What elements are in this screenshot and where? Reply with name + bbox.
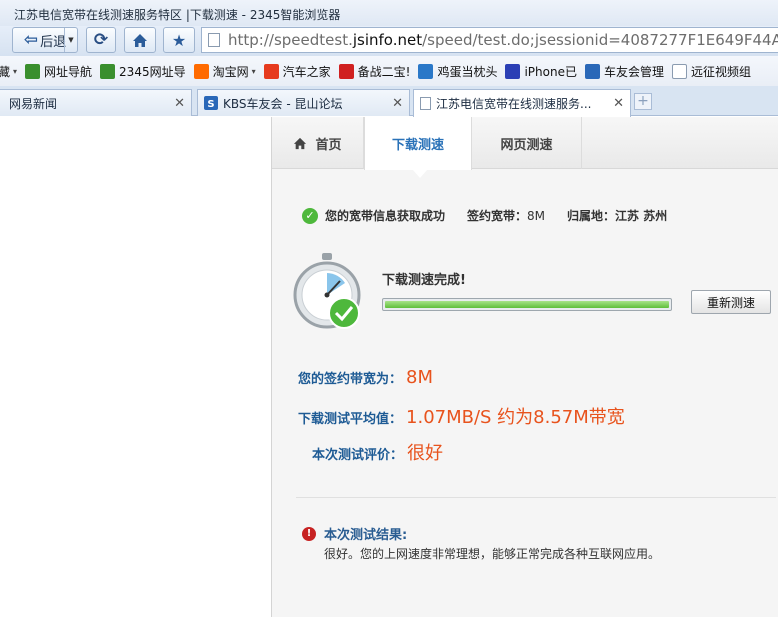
- favorite-item[interactable]: iPhone已: [505, 63, 577, 80]
- favorite-item[interactable]: 藏 ▾: [0, 63, 17, 80]
- close-tab-icon[interactable]: ✕: [613, 96, 624, 111]
- chevron-down-icon[interactable]: ▾: [252, 67, 256, 76]
- bandwidth-label: 签约宽带：: [467, 209, 528, 223]
- favorite-label: 淘宝网: [212, 64, 249, 79]
- favorite-label: 远征视频组: [691, 64, 752, 79]
- favorite-item[interactable]: 备战二宝!: [338, 63, 411, 80]
- baidu-icon: [505, 63, 521, 79]
- tab-label: 网易新闻: [9, 96, 58, 111]
- new-tab-button[interactable]: +: [634, 93, 652, 110]
- address-url[interactable]: http://speedtest.jsinfo.net/speed/test.d…: [228, 31, 778, 49]
- house-icon: [100, 63, 116, 79]
- refresh-button[interactable]: ⟳: [86, 27, 116, 53]
- progress-fill: [385, 301, 669, 308]
- tab-bar: 网易新闻 ✕ S KBS车友会 - 昆山论坛 ✕ 江苏电信宽带在线测速服务...…: [0, 86, 778, 117]
- tab-label: KBS车友会 - 昆山论坛: [223, 96, 343, 111]
- test-status: 下载测速完成!: [382, 273, 466, 288]
- favorite-item[interactable]: 远征视频组: [672, 63, 751, 80]
- globe-icon: [418, 63, 434, 79]
- page-content: 首页 下载测速 网页测速 ✓ 您的宽带信息获取成功 签约宽带： 8M 归属地： …: [0, 117, 778, 642]
- favorite-label: 备战二宝!: [357, 64, 411, 79]
- tab-kbs-forum[interactable]: S KBS车友会 - 昆山论坛 ✕: [197, 89, 410, 116]
- favorite-label: 鸡蛋当枕头: [437, 64, 498, 79]
- svg-text:S: S: [207, 99, 214, 110]
- tab-web-label: 网页测速: [500, 137, 553, 153]
- average-speed-row: 下载测试平均值： 1.07MB/S 约为8.57M带宽: [298, 403, 625, 429]
- info-success-text: 您的宽带信息获取成功: [325, 209, 446, 223]
- location-value: 江苏 苏州: [615, 209, 668, 223]
- favorite-label: 2345网址导: [119, 64, 186, 79]
- favorite-item[interactable]: 鸡蛋当枕头: [418, 63, 497, 80]
- favorite-item[interactable]: 车友会管理: [584, 63, 664, 80]
- tab-web-test[interactable]: 网页测速: [472, 117, 582, 169]
- favorite-item[interactable]: 汽车之家: [263, 63, 331, 80]
- divider: [296, 497, 776, 498]
- window-title: 江苏电信宽带在线测速服务特区 |下载测速 - 2345智能浏览器: [14, 8, 341, 22]
- favorite-label: 汽车之家: [282, 64, 331, 79]
- tab-netease-news[interactable]: 网易新闻 ✕: [0, 89, 192, 116]
- favorites-bar: 藏 ▾ 网址导航 2345网址导 淘宝网 ▾ 汽车之家 备战二宝! 鸡蛋当枕头 iPhone已 车友…: [0, 56, 778, 86]
- summary-title: 本次测试结果:: [324, 528, 408, 543]
- window-titlebar: 江苏电信宽带在线测速服务特区 |下载测速 - 2345智能浏览器: [0, 0, 778, 26]
- tab-label: 江苏电信宽带在线测速服务...: [436, 97, 592, 111]
- favorite-label: 网址导航: [44, 64, 93, 79]
- favorite-item[interactable]: 淘宝网 ▾: [193, 63, 256, 80]
- rating-value: 很好: [407, 443, 444, 464]
- home-icon: [294, 137, 307, 149]
- favorite-item[interactable]: 2345网址导: [100, 63, 186, 80]
- contract-value: 8M: [406, 367, 433, 388]
- page-icon: [208, 33, 220, 47]
- average-value: 1.07MB/S 约为8.57M带宽: [406, 407, 625, 428]
- back-label: 后退: [40, 34, 67, 50]
- rating-label: 本次测试评价：: [312, 448, 404, 463]
- favorite-label: 车友会管理: [603, 64, 664, 79]
- home-button[interactable]: [124, 27, 156, 53]
- house-icon: [25, 63, 41, 79]
- back-arrow-icon: ⇦: [23, 30, 39, 50]
- favorite-label: iPhone已: [524, 64, 577, 79]
- chevron-down-icon[interactable]: ▾: [13, 67, 17, 76]
- back-button[interactable]: ⇦ 后退 ▼: [12, 27, 78, 53]
- contract-bandwidth-row: 您的签约带宽为： 8M: [298, 367, 433, 388]
- tab-home[interactable]: 首页: [272, 117, 364, 169]
- rating-row: 本次测试评价： 很好: [312, 439, 443, 465]
- tab-download-test[interactable]: 下载测速: [364, 117, 472, 178]
- average-label: 下载测试平均值：: [298, 412, 403, 427]
- speedtest-subnav: 首页 下载测速 网页测速: [272, 117, 778, 178]
- close-tab-icon[interactable]: ✕: [392, 96, 403, 111]
- kbs-icon: S: [204, 96, 218, 110]
- autohome-icon: [263, 63, 279, 79]
- bandwidth-value: 8M: [527, 208, 546, 223]
- contract-label: 您的签约带宽为：: [298, 372, 403, 387]
- summary-title-row: ! 本次测试结果:: [302, 524, 407, 543]
- page-icon: [420, 97, 431, 110]
- download-progress-bar: [382, 298, 672, 311]
- page-icon: [672, 63, 687, 79]
- broadband-info-row: ✓ 您的宽带信息获取成功 签约宽带： 8M 归属地： 江苏 苏州: [302, 207, 667, 224]
- baby-icon: [338, 63, 354, 79]
- back-dropdown-icon[interactable]: ▼: [64, 28, 77, 52]
- close-tab-icon[interactable]: ✕: [174, 96, 185, 111]
- address-bar[interactable]: http://speedtest.jsinfo.net/speed/test.d…: [201, 27, 778, 53]
- summary-text: 很好。您的上网速度非常理想，能够正常完成各种互联网应用。: [324, 547, 661, 561]
- alert-icon: !: [302, 526, 316, 541]
- favorite-item[interactable]: 网址导航: [25, 63, 92, 80]
- taobao-icon: [193, 63, 209, 79]
- kbs-icon: [584, 63, 600, 79]
- star-icon: ★: [171, 30, 187, 50]
- stopwatch-icon: [293, 253, 361, 329]
- retest-button[interactable]: 重新测速: [691, 290, 771, 314]
- location-label: 归属地：: [567, 209, 616, 223]
- navigation-toolbar: ⇦ 后退 ▼ ⟳ ★ http://speedtest.jsinfo.net/s…: [0, 26, 778, 56]
- refresh-icon: ⟳: [93, 30, 109, 50]
- tab-download-label: 下载测速: [391, 138, 444, 153]
- home-icon: [133, 33, 147, 47]
- tab-home-label: 首页: [315, 137, 342, 153]
- tab-speedtest[interactable]: 江苏电信宽带在线测速服务... ✕: [413, 89, 631, 117]
- check-icon: ✓: [302, 207, 318, 224]
- favorite-button[interactable]: ★: [163, 27, 195, 53]
- favorite-label: 藏: [0, 64, 11, 79]
- speedtest-panel: 首页 下载测速 网页测速 ✓ 您的宽带信息获取成功 签约宽带： 8M 归属地： …: [271, 117, 778, 617]
